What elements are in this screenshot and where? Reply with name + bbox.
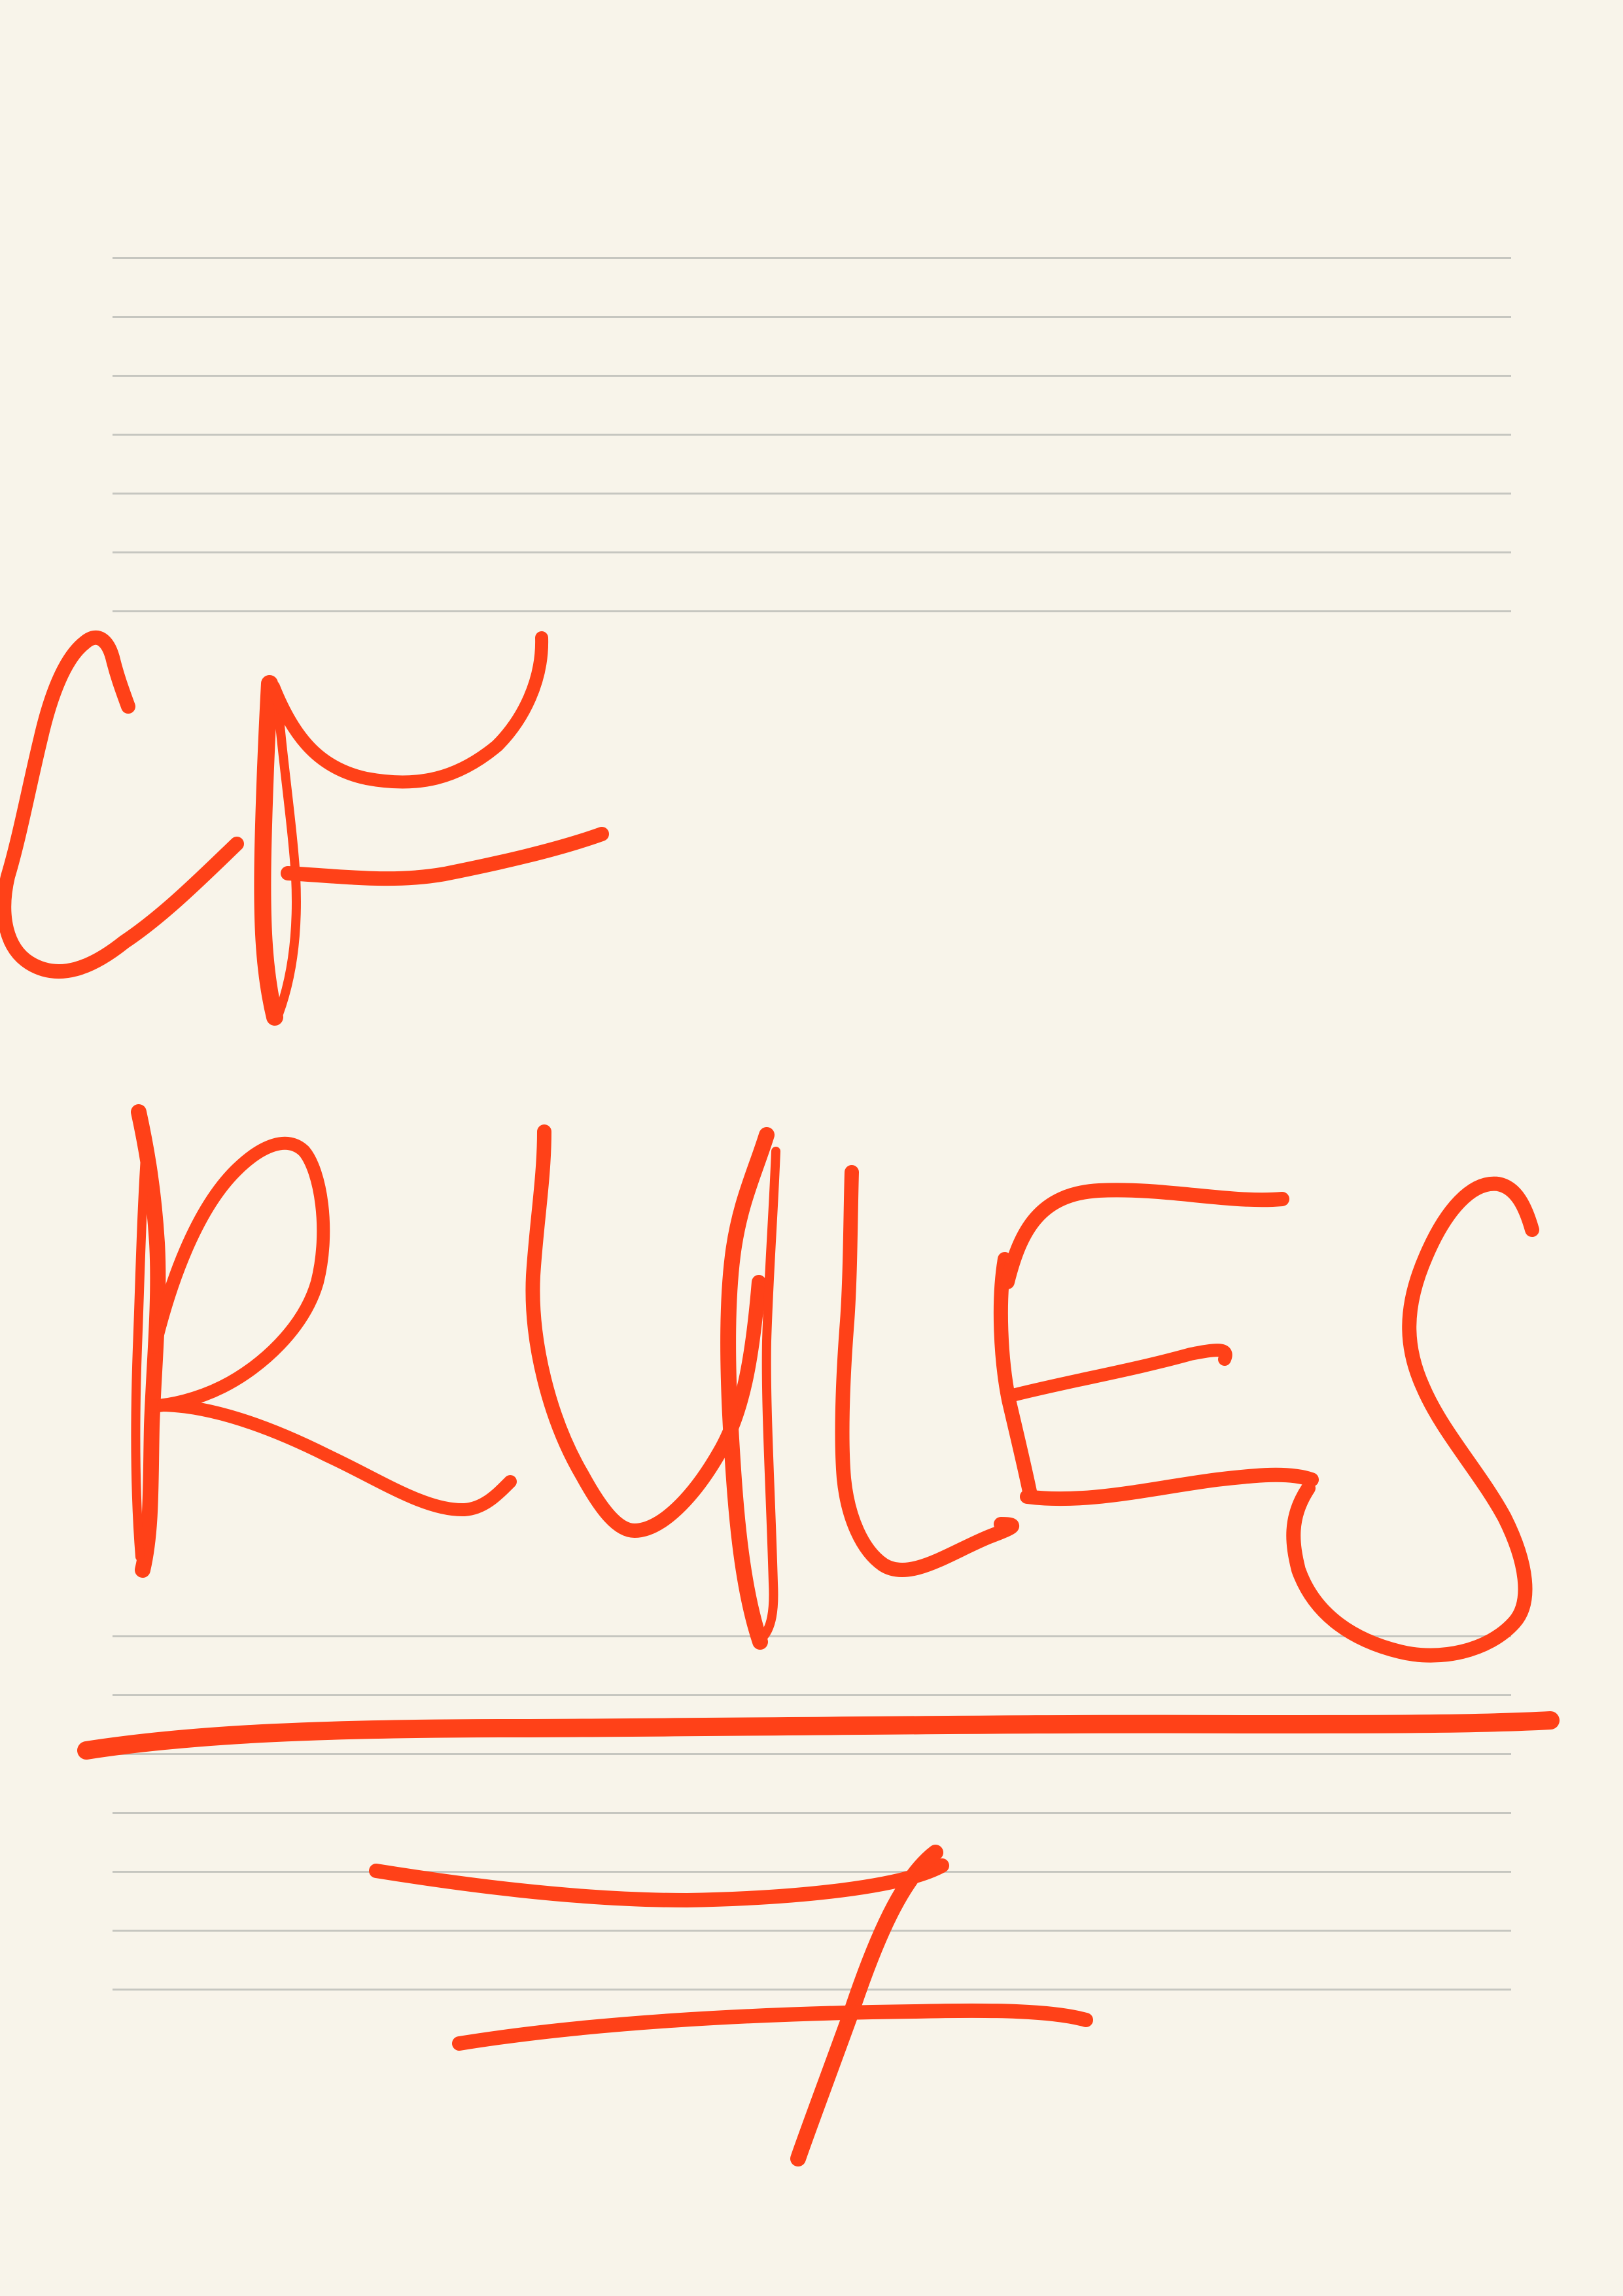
letter-e-top xyxy=(1000,1183,1289,1289)
letter-c xyxy=(0,630,244,979)
letter-l xyxy=(835,1165,1019,1578)
letter-r-bowl xyxy=(145,1136,330,1413)
letter-f-stem xyxy=(254,675,283,1026)
letter-f-stem-fill xyxy=(273,689,301,1018)
letter-f-crossbar xyxy=(281,827,609,886)
letter-f-top xyxy=(267,631,549,789)
numeral-7-top xyxy=(369,1858,949,1907)
letter-r-leg xyxy=(157,1399,517,1517)
handwritten-7 xyxy=(369,1845,1093,2166)
letter-s xyxy=(1286,1176,1539,1663)
letter-u-right-fill xyxy=(757,1147,780,1643)
underline-stroke xyxy=(77,1711,1560,1760)
letter-e-bottom xyxy=(1020,1467,1319,1506)
handwritten-rules xyxy=(131,1104,1539,1663)
letter-e-middle xyxy=(1006,1344,1232,1402)
letter-e-stem xyxy=(993,1252,1038,1502)
numeral-7-crossbar xyxy=(452,2003,1093,2051)
handwritten-lettering: CF xyxy=(0,630,1560,2166)
notebook-page: CF xyxy=(0,0,1623,2296)
handwritten-cf xyxy=(0,630,609,1026)
